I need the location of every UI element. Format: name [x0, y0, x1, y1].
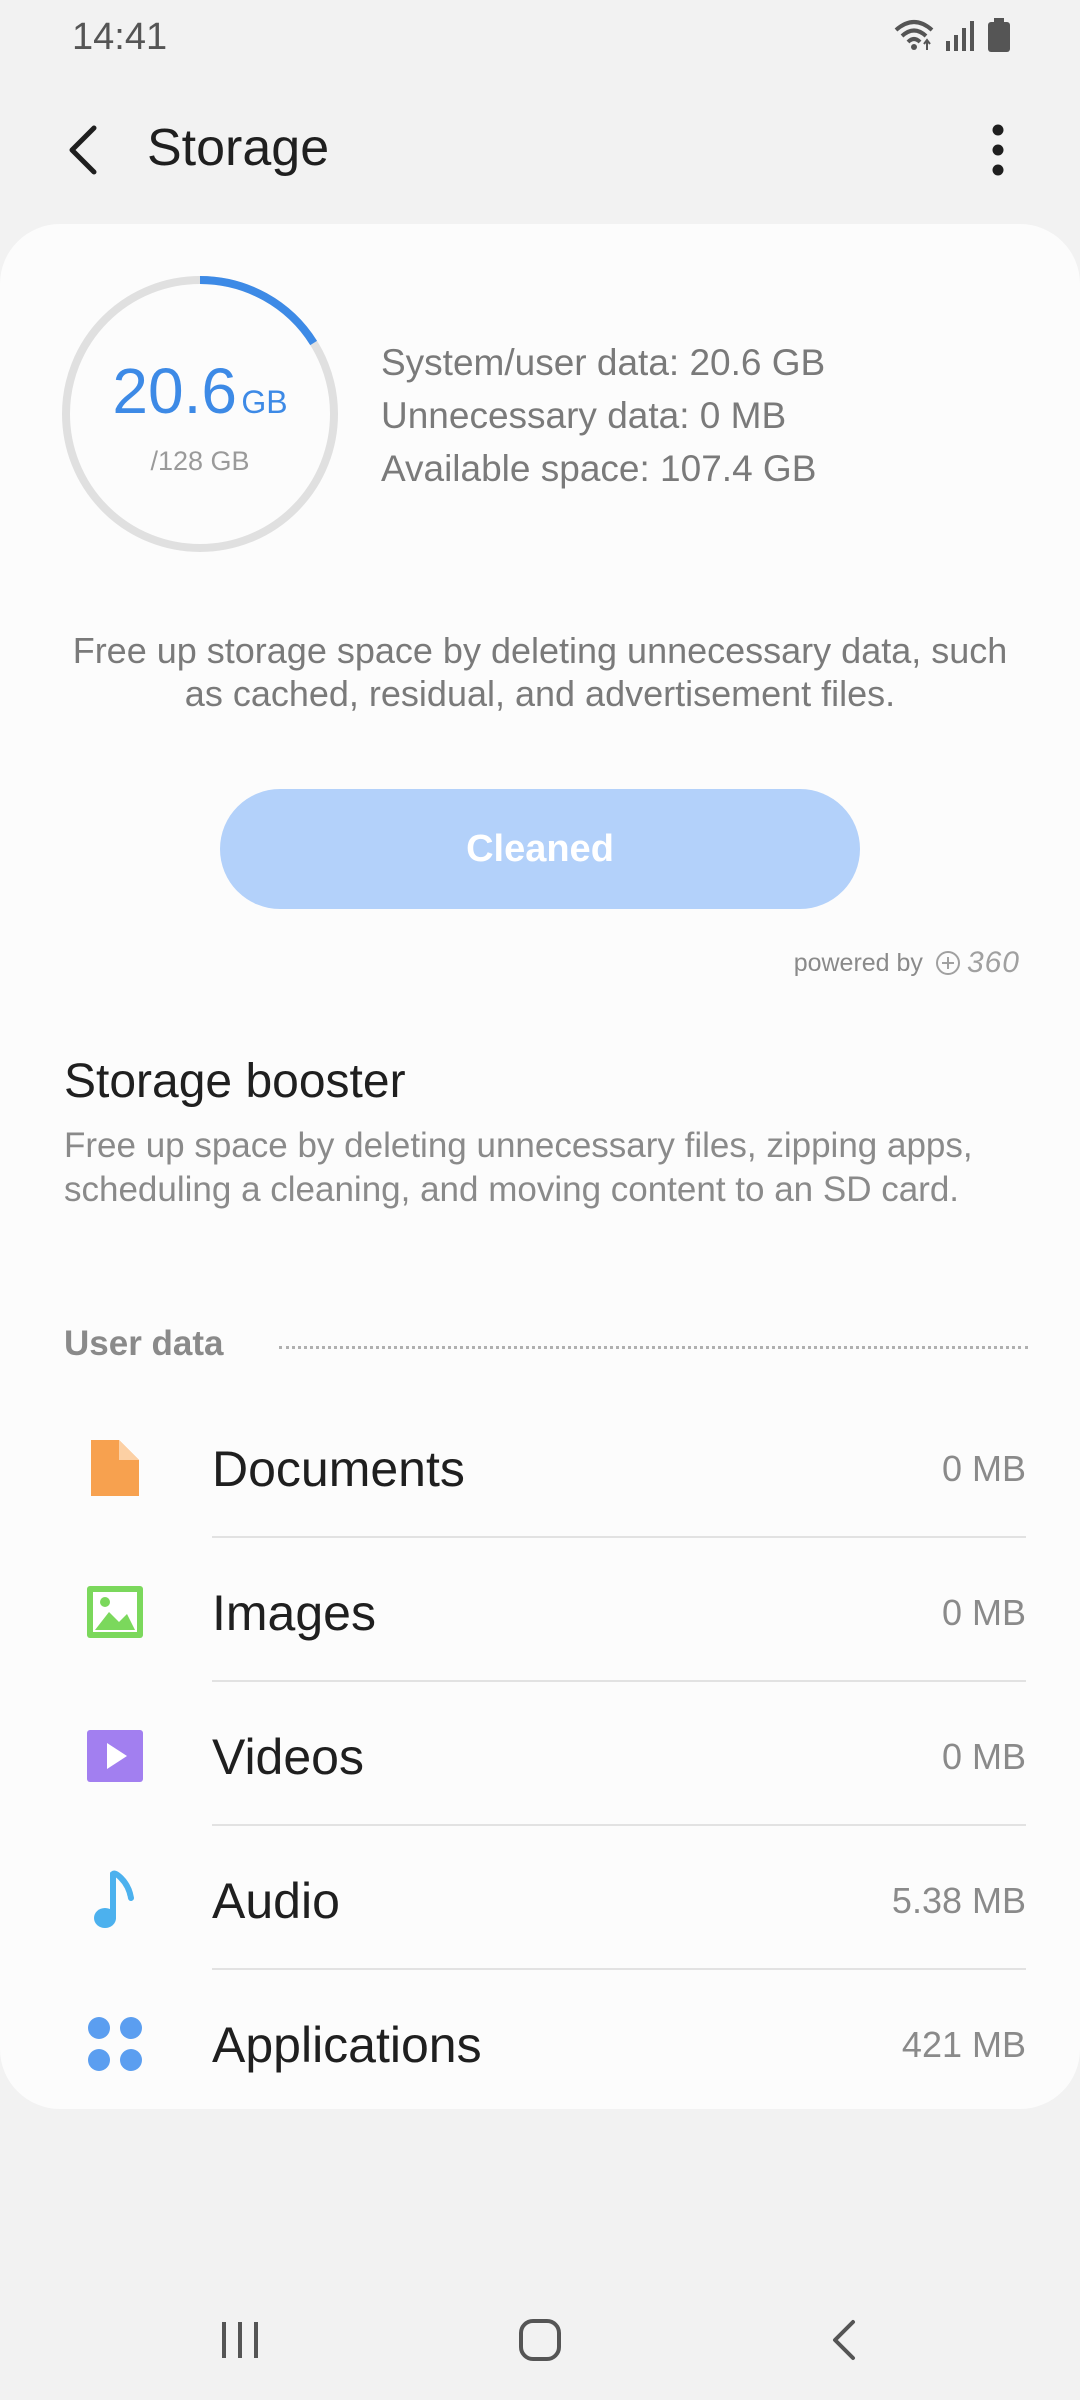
cleaned-button[interactable]: Cleaned	[220, 789, 860, 909]
available-space: Available space: 107.4 GB	[381, 448, 817, 489]
used-number: 20.6	[112, 355, 237, 427]
chevron-left-icon	[69, 125, 97, 175]
category-size: 0 MB	[941, 1448, 1026, 1489]
back-icon	[833, 2320, 855, 2360]
back-button[interactable]	[52, 118, 116, 182]
used-unit: GB	[241, 384, 288, 420]
category-row-documents[interactable]: Documents 0 MB	[0, 1394, 1080, 1538]
video-icon	[85, 1726, 145, 1786]
navigation-bar	[0, 2290, 1080, 2386]
battery-icon	[988, 18, 1010, 57]
status-bar: 14:41	[0, 0, 1080, 76]
category-row-videos[interactable]: Videos 0 MB	[0, 1682, 1080, 1826]
music-note-icon	[85, 1870, 145, 1930]
home-icon	[519, 2319, 561, 2361]
category-label: Videos	[212, 1729, 364, 1785]
total-storage: /128 GB	[150, 446, 250, 476]
document-icon	[85, 1438, 145, 1498]
storage-booster-description[interactable]: Free up space by deleting unnecessary fi…	[64, 1124, 1014, 1212]
powered-by-label: powered by	[793, 948, 923, 977]
cleanup-description: Free up storage space by deleting unnece…	[72, 630, 1008, 714]
category-size: 421 MB	[901, 2024, 1026, 2065]
category-row-applications[interactable]: Applications 421 MB	[0, 1970, 1080, 2114]
category-row-images[interactable]: Images 0 MB	[0, 1538, 1080, 1682]
page-title: Storage	[147, 119, 330, 177]
user-data-header: User data	[64, 1324, 1028, 1368]
used-storage-value: 20.6 GB	[50, 354, 350, 428]
image-icon	[85, 1582, 145, 1642]
brand-360-logo: 360	[935, 946, 1020, 980]
wifi-icon	[894, 18, 934, 57]
recents-icon	[222, 2322, 258, 2358]
brand-360: 360	[966, 946, 1020, 979]
recents-button[interactable]	[200, 2310, 280, 2370]
system-user-data: System/user data: 20.6 GB	[381, 342, 826, 383]
category-label: Images	[212, 1585, 376, 1641]
status-icons	[894, 18, 1010, 57]
app-bar: Storage	[0, 100, 1080, 204]
category-label: Audio	[212, 1873, 340, 1929]
category-row-audio[interactable]: Audio 5.38 MB	[0, 1826, 1080, 1970]
powered-by: powered by 360	[794, 946, 1020, 980]
more-vertical-icon	[992, 124, 1004, 176]
category-label: Documents	[212, 1441, 465, 1497]
category-size: 5.38 MB	[891, 1880, 1026, 1921]
more-options-button[interactable]	[966, 118, 1030, 182]
signal-icon	[946, 19, 976, 56]
user-data-title: User data	[64, 1324, 224, 1363]
home-button[interactable]	[500, 2310, 580, 2370]
storage-booster-title[interactable]: Storage booster	[64, 1054, 406, 1109]
unnecessary-data: Unnecessary data: 0 MB	[381, 395, 787, 436]
category-size: 0 MB	[941, 1736, 1026, 1777]
section-divider	[279, 1346, 1028, 1349]
apps-icon	[85, 2014, 145, 2074]
status-time: 14:41	[72, 16, 168, 58]
category-label: Applications	[212, 2017, 482, 2073]
storage-stats: System/user data: 20.6 GB Unnecessary da…	[381, 336, 825, 495]
category-size: 0 MB	[941, 1592, 1026, 1633]
back-nav-button[interactable]	[804, 2310, 884, 2370]
user-data-list: Documents 0 MB Images 0 MB Videos 0 MB A…	[0, 1394, 1080, 2114]
